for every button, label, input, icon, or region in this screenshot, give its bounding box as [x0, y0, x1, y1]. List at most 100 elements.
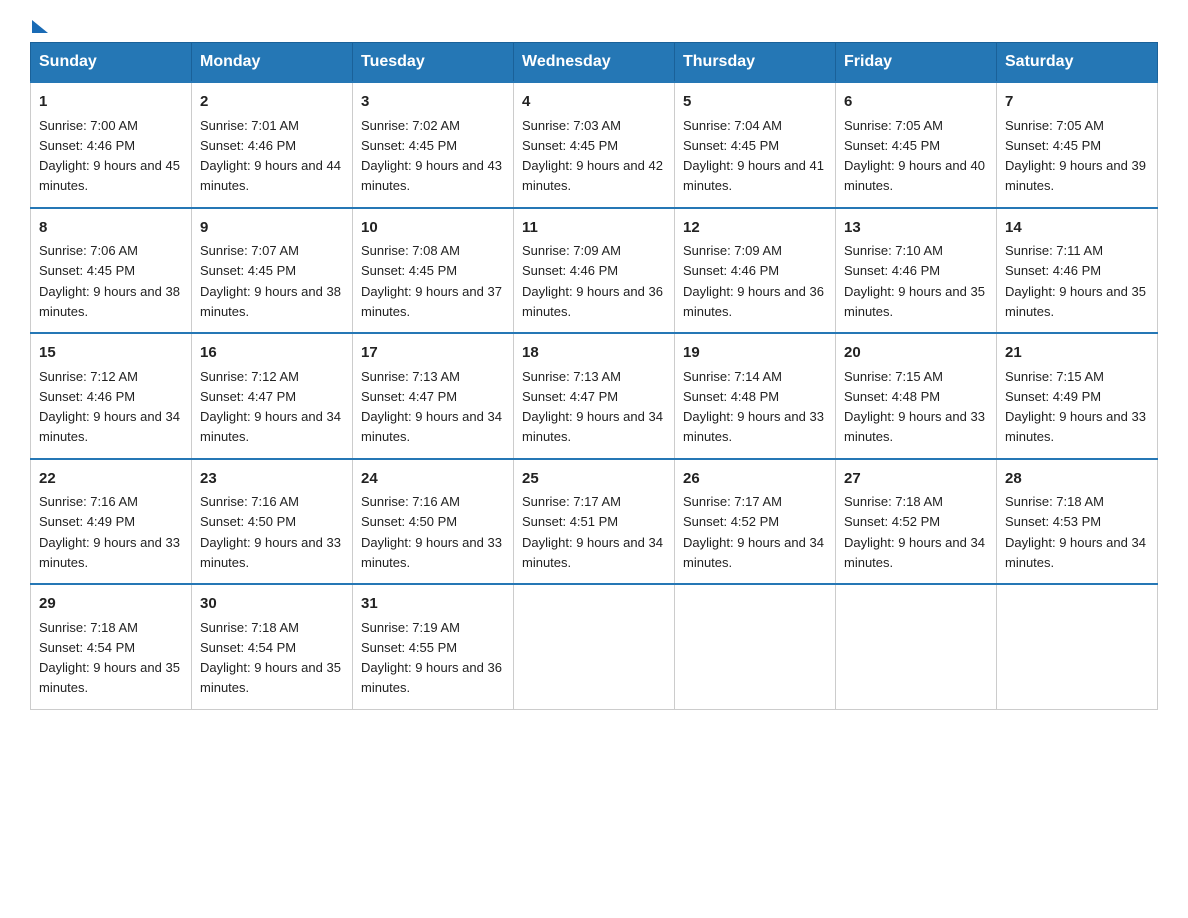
day-info: Sunrise: 7:10 AMSunset: 4:46 PMDaylight:… — [844, 243, 985, 319]
day-number: 18 — [522, 342, 666, 365]
day-number: 23 — [200, 468, 344, 491]
day-number: 17 — [361, 342, 505, 365]
day-info: Sunrise: 7:15 AMSunset: 4:49 PMDaylight:… — [1005, 369, 1146, 445]
day-number: 10 — [361, 217, 505, 240]
calendar-cell: 24 Sunrise: 7:16 AMSunset: 4:50 PMDayligh… — [353, 459, 514, 585]
column-header-friday: Friday — [836, 43, 997, 83]
calendar-cell: 19 Sunrise: 7:14 AMSunset: 4:48 PMDayligh… — [675, 333, 836, 459]
day-info: Sunrise: 7:05 AMSunset: 4:45 PMDaylight:… — [1005, 118, 1146, 194]
day-info: Sunrise: 7:04 AMSunset: 4:45 PMDaylight:… — [683, 118, 824, 194]
calendar-cell: 18 Sunrise: 7:13 AMSunset: 4:47 PMDayligh… — [514, 333, 675, 459]
calendar-cell: 9Sunrise: 7:07 AMSunset: 4:45 PMDaylight… — [192, 208, 353, 334]
day-info: Sunrise: 7:16 AMSunset: 4:50 PMDaylight:… — [200, 494, 341, 570]
day-info: Sunrise: 7:15 AMSunset: 4:48 PMDaylight:… — [844, 369, 985, 445]
day-info: Sunrise: 7:06 AMSunset: 4:45 PMDaylight:… — [39, 243, 180, 319]
day-number: 14 — [1005, 217, 1149, 240]
day-info: Sunrise: 7:18 AMSunset: 4:52 PMDaylight:… — [844, 494, 985, 570]
day-number: 19 — [683, 342, 827, 365]
day-number: 29 — [39, 593, 183, 616]
logo — [30, 20, 48, 24]
calendar-cell: 12Sunrise: 7:09 AMSunset: 4:46 PMDayligh… — [675, 208, 836, 334]
calendar-cell: 17 Sunrise: 7:13 AMSunset: 4:47 PMDayligh… — [353, 333, 514, 459]
day-number: 27 — [844, 468, 988, 491]
day-number: 12 — [683, 217, 827, 240]
day-number: 5 — [683, 91, 827, 114]
calendar-cell: 7 Sunrise: 7:05 AMSunset: 4:45 PMDaylight… — [997, 82, 1158, 208]
calendar-week-row: 29 Sunrise: 7:18 AMSunset: 4:54 PMDayligh… — [31, 584, 1158, 709]
day-info: Sunrise: 7:01 AMSunset: 4:46 PMDaylight:… — [200, 118, 341, 194]
day-number: 13 — [844, 217, 988, 240]
calendar-cell: 11 Sunrise: 7:09 AMSunset: 4:46 PMDayligh… — [514, 208, 675, 334]
day-info: Sunrise: 7:08 AMSunset: 4:45 PMDaylight:… — [361, 243, 502, 319]
day-number: 22 — [39, 468, 183, 491]
calendar-week-row: 8 Sunrise: 7:06 AMSunset: 4:45 PMDaylight… — [31, 208, 1158, 334]
day-info: Sunrise: 7:18 AMSunset: 4:54 PMDaylight:… — [39, 620, 180, 696]
calendar-cell — [836, 584, 997, 709]
day-number: 4 — [522, 91, 666, 114]
day-number: 8 — [39, 217, 183, 240]
day-info: Sunrise: 7:14 AMSunset: 4:48 PMDaylight:… — [683, 369, 824, 445]
day-info: Sunrise: 7:09 AMSunset: 4:46 PMDaylight:… — [522, 243, 663, 319]
day-number: 21 — [1005, 342, 1149, 365]
day-number: 26 — [683, 468, 827, 491]
calendar-cell: 15 Sunrise: 7:12 AMSunset: 4:46 PMDayligh… — [31, 333, 192, 459]
column-header-wednesday: Wednesday — [514, 43, 675, 83]
day-number: 6 — [844, 91, 988, 114]
calendar-cell: 25Sunrise: 7:17 AMSunset: 4:51 PMDayligh… — [514, 459, 675, 585]
calendar-cell — [514, 584, 675, 709]
calendar-cell: 3 Sunrise: 7:02 AMSunset: 4:45 PMDaylight… — [353, 82, 514, 208]
day-number: 16 — [200, 342, 344, 365]
calendar-cell: 22 Sunrise: 7:16 AMSunset: 4:49 PMDayligh… — [31, 459, 192, 585]
calendar-cell: 5 Sunrise: 7:04 AMSunset: 4:45 PMDaylight… — [675, 82, 836, 208]
day-number: 9 — [200, 217, 344, 240]
day-number: 15 — [39, 342, 183, 365]
day-info: Sunrise: 7:11 AMSunset: 4:46 PMDaylight:… — [1005, 243, 1146, 319]
calendar-cell: 31Sunrise: 7:19 AMSunset: 4:55 PMDayligh… — [353, 584, 514, 709]
day-number: 3 — [361, 91, 505, 114]
day-info: Sunrise: 7:02 AMSunset: 4:45 PMDaylight:… — [361, 118, 502, 194]
day-number: 24 — [361, 468, 505, 491]
calendar-cell: 30 Sunrise: 7:18 AMSunset: 4:54 PMDayligh… — [192, 584, 353, 709]
column-header-thursday: Thursday — [675, 43, 836, 83]
calendar-cell: 6Sunrise: 7:05 AMSunset: 4:45 PMDaylight… — [836, 82, 997, 208]
day-info: Sunrise: 7:19 AMSunset: 4:55 PMDaylight:… — [361, 620, 502, 696]
day-info: Sunrise: 7:13 AMSunset: 4:47 PMDaylight:… — [522, 369, 663, 445]
calendar-cell — [997, 584, 1158, 709]
calendar-cell: 23 Sunrise: 7:16 AMSunset: 4:50 PMDayligh… — [192, 459, 353, 585]
calendar-header-row: SundayMondayTuesdayWednesdayThursdayFrid… — [31, 43, 1158, 83]
calendar-cell: 26 Sunrise: 7:17 AMSunset: 4:52 PMDayligh… — [675, 459, 836, 585]
day-info: Sunrise: 7:18 AMSunset: 4:54 PMDaylight:… — [200, 620, 341, 696]
day-number: 28 — [1005, 468, 1149, 491]
calendar-cell: 13 Sunrise: 7:10 AMSunset: 4:46 PMDayligh… — [836, 208, 997, 334]
day-info: Sunrise: 7:12 AMSunset: 4:47 PMDaylight:… — [200, 369, 341, 445]
day-info: Sunrise: 7:18 AMSunset: 4:53 PMDaylight:… — [1005, 494, 1146, 570]
calendar-cell — [675, 584, 836, 709]
day-number: 30 — [200, 593, 344, 616]
day-number: 11 — [522, 217, 666, 240]
calendar-cell: 21 Sunrise: 7:15 AMSunset: 4:49 PMDayligh… — [997, 333, 1158, 459]
day-info: Sunrise: 7:03 AMSunset: 4:45 PMDaylight:… — [522, 118, 663, 194]
page-header — [30, 20, 1158, 24]
calendar-cell: 8 Sunrise: 7:06 AMSunset: 4:45 PMDaylight… — [31, 208, 192, 334]
day-info: Sunrise: 7:16 AMSunset: 4:50 PMDaylight:… — [361, 494, 502, 570]
column-header-sunday: Sunday — [31, 43, 192, 83]
calendar-week-row: 1Sunrise: 7:00 AMSunset: 4:46 PMDaylight… — [31, 82, 1158, 208]
calendar-cell: 16 Sunrise: 7:12 AMSunset: 4:47 PMDayligh… — [192, 333, 353, 459]
calendar-cell: 29 Sunrise: 7:18 AMSunset: 4:54 PMDayligh… — [31, 584, 192, 709]
day-info: Sunrise: 7:13 AMSunset: 4:47 PMDaylight:… — [361, 369, 502, 445]
calendar-cell: 2 Sunrise: 7:01 AMSunset: 4:46 PMDaylight… — [192, 82, 353, 208]
day-number: 7 — [1005, 91, 1149, 114]
calendar-week-row: 15 Sunrise: 7:12 AMSunset: 4:46 PMDayligh… — [31, 333, 1158, 459]
column-header-tuesday: Tuesday — [353, 43, 514, 83]
day-info: Sunrise: 7:12 AMSunset: 4:46 PMDaylight:… — [39, 369, 180, 445]
day-number: 2 — [200, 91, 344, 114]
day-info: Sunrise: 7:00 AMSunset: 4:46 PMDaylight:… — [39, 118, 180, 194]
calendar-week-row: 22 Sunrise: 7:16 AMSunset: 4:49 PMDayligh… — [31, 459, 1158, 585]
calendar-cell: 4 Sunrise: 7:03 AMSunset: 4:45 PMDaylight… — [514, 82, 675, 208]
calendar-cell: 1Sunrise: 7:00 AMSunset: 4:46 PMDaylight… — [31, 82, 192, 208]
column-header-saturday: Saturday — [997, 43, 1158, 83]
calendar-cell: 10 Sunrise: 7:08 AMSunset: 4:45 PMDayligh… — [353, 208, 514, 334]
day-info: Sunrise: 7:16 AMSunset: 4:49 PMDaylight:… — [39, 494, 180, 570]
calendar-table: SundayMondayTuesdayWednesdayThursdayFrid… — [30, 42, 1158, 710]
day-info: Sunrise: 7:17 AMSunset: 4:52 PMDaylight:… — [683, 494, 824, 570]
